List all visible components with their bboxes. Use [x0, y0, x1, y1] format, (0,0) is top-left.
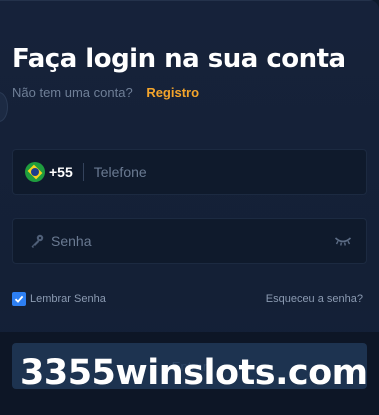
password-input[interactable]: Senha	[51, 233, 91, 249]
key-icon	[29, 233, 45, 249]
country-code[interactable]: +55	[49, 164, 73, 180]
check-icon	[14, 295, 24, 303]
page-title: Faça login na sua conta	[12, 44, 346, 74]
remember-label: Lembrar Senha	[30, 293, 106, 305]
phone-input[interactable]: Telefone	[94, 164, 147, 180]
side-handle[interactable]	[0, 92, 8, 122]
brazil-flag-icon[interactable]	[25, 162, 45, 182]
eye-closed-icon[interactable]	[334, 234, 354, 248]
no-account-text: Não tem uma conta?	[12, 85, 133, 100]
password-field[interactable]: Senha	[12, 218, 367, 264]
field-divider	[82, 163, 84, 181]
login-card: Faça login na sua conta Não tem uma cont…	[0, 0, 379, 415]
site-watermark: 3355winslots.com	[20, 353, 368, 393]
register-prompt: Não tem uma conta? Registro	[12, 85, 199, 100]
forgot-password-link[interactable]: Esqueceu a senha?	[266, 293, 363, 305]
remember-checkbox[interactable]	[12, 292, 26, 306]
phone-field[interactable]: +55 Telefone	[12, 149, 367, 195]
remember-password[interactable]: Lembrar Senha	[12, 292, 106, 306]
register-link[interactable]: Registro	[146, 85, 199, 100]
